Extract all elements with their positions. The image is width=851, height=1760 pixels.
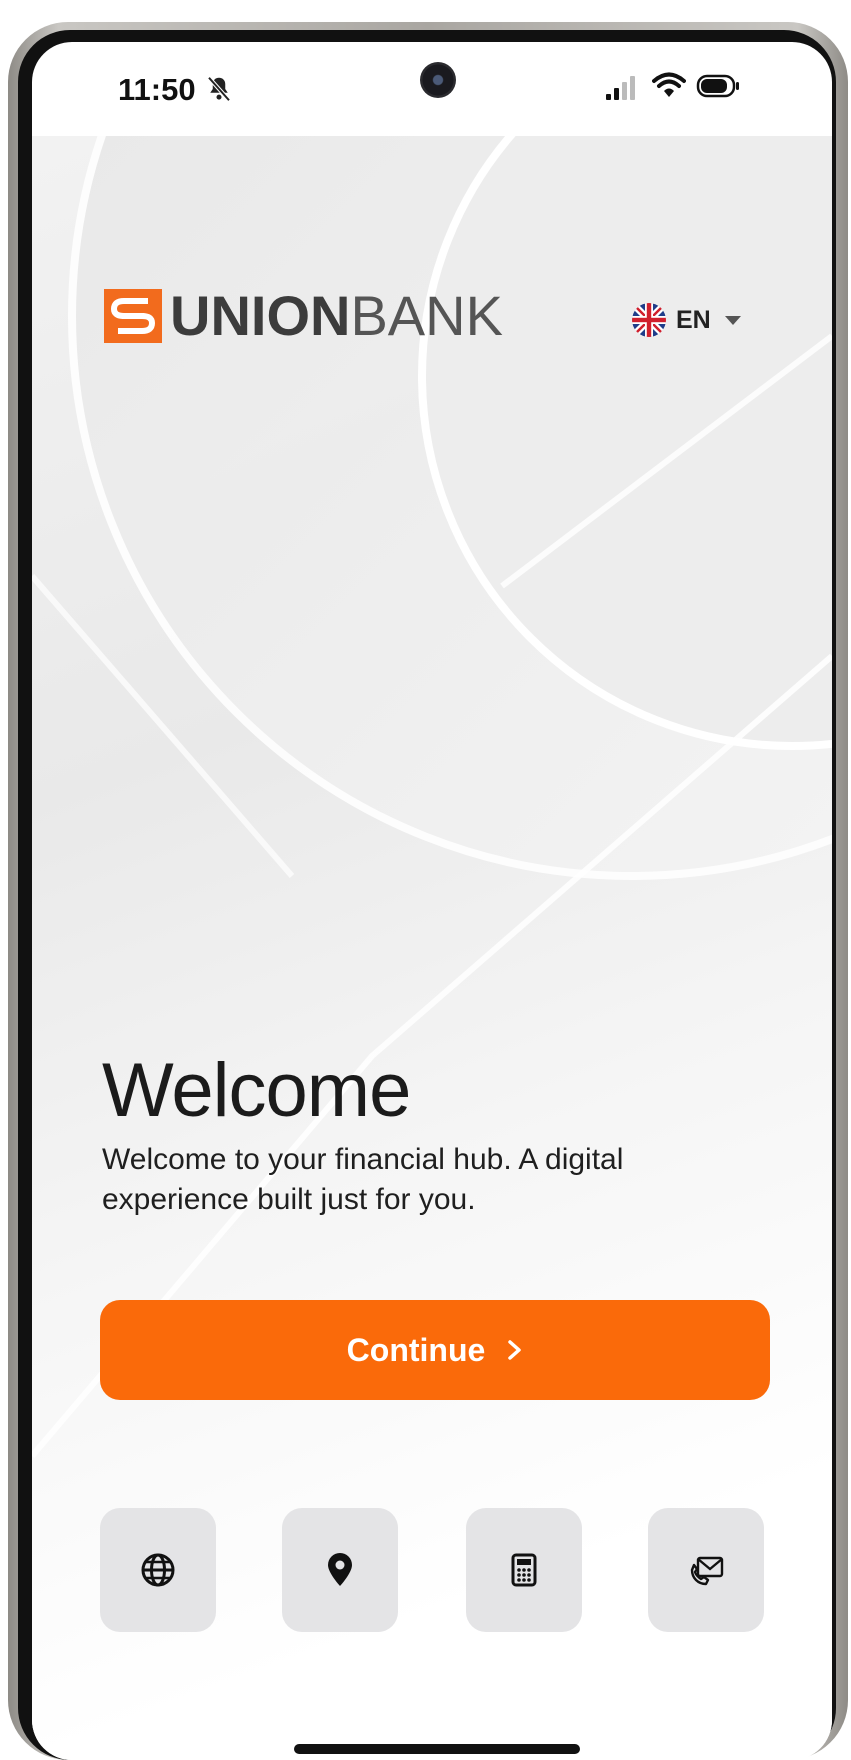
unionbank-logo: UNIONBANK xyxy=(104,288,503,344)
welcome-title: Welcome xyxy=(102,1048,411,1133)
calculator-tile[interactable] xyxy=(466,1508,582,1632)
signal-icon xyxy=(606,76,635,100)
status-bar: 11:50 xyxy=(32,42,832,136)
contact-tile[interactable] xyxy=(648,1508,764,1632)
location-pin-icon xyxy=(328,1553,352,1586)
unionbank-logo-mark-icon xyxy=(104,289,162,343)
calculator-icon xyxy=(511,1553,537,1587)
logo-text: UNIONBANK xyxy=(170,288,503,344)
battery-icon xyxy=(696,74,739,98)
app-screen: 11:50 UNIONBANK EN Welcome Welcome to yo… xyxy=(32,42,832,1760)
home-indicator[interactable] xyxy=(294,1744,580,1754)
chevron-right-icon xyxy=(508,1340,522,1360)
welcome-description: Welcome to your financial hub. A digital… xyxy=(102,1143,624,1216)
website-tile[interactable] xyxy=(100,1508,216,1632)
globe-icon xyxy=(141,1553,175,1587)
language-selector[interactable]: EN xyxy=(632,300,741,340)
mail-icon xyxy=(690,1556,724,1586)
continue-button[interactable]: Continue xyxy=(100,1300,770,1400)
bell-slash-icon xyxy=(207,76,231,102)
continue-button-label: Continue xyxy=(346,1331,486,1368)
wifi-icon xyxy=(652,72,686,97)
uk-flag-icon xyxy=(632,303,666,337)
logo-text-light: BANK xyxy=(350,284,503,347)
status-time: 11:50 xyxy=(118,72,196,107)
front-camera xyxy=(420,62,456,98)
logo-text-strong: UNION xyxy=(170,284,351,347)
language-code: EN xyxy=(676,305,711,334)
locations-tile[interactable] xyxy=(282,1508,398,1632)
caret-down-icon xyxy=(724,315,741,325)
